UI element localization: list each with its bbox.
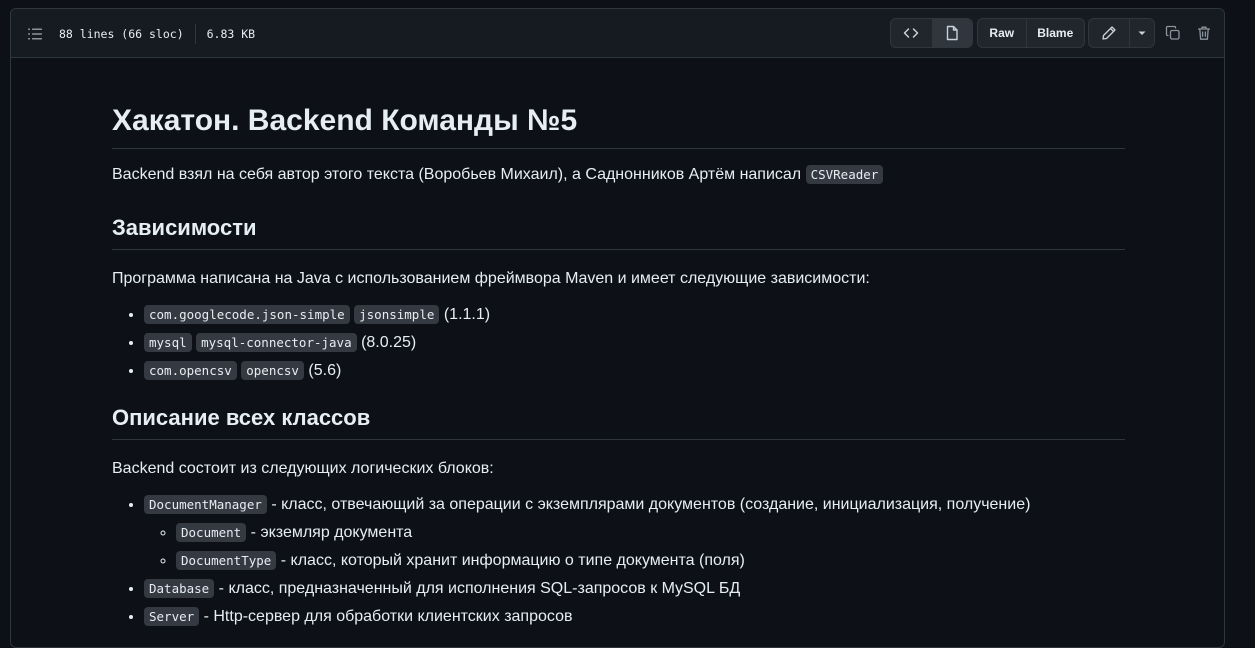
triangle-down-icon — [1138, 31, 1146, 35]
preview-button[interactable] — [931, 19, 972, 47]
class-name: DocumentManager — [144, 495, 267, 514]
class-item: DocumentType - класс, который хранит инф… — [176, 549, 1125, 573]
dependency-version: (1.1.1) — [443, 306, 491, 323]
blame-button[interactable]: Blame — [1025, 19, 1084, 47]
file-viewer: 88 lines (66 sloc) 6.83 KB Raw Blame Хак… — [10, 8, 1225, 648]
class-description: - Http-сервер для обработки клиентских з… — [199, 608, 573, 625]
file-info: 88 lines (66 sloc) 6.83 KB — [59, 24, 255, 44]
class-name: Database — [144, 579, 215, 598]
file-size: 6.83 KB — [206, 27, 256, 41]
file-header: 88 lines (66 sloc) 6.83 KB Raw Blame — [11, 9, 1224, 58]
dependency-group: com.opencsv — [144, 361, 237, 380]
intro-paragraph: Backend взял на себя автор этого текста … — [112, 163, 1125, 187]
class-item: Database - класс, предназначенный для ис… — [144, 577, 1125, 601]
dependency-item: com.opencsv opencsv (5.6) — [144, 359, 1125, 383]
readme-content: Хакатон. Backend Команды №5 Backend взял… — [112, 102, 1125, 629]
classes-paragraph: Backend состоит из следующих логических … — [112, 460, 494, 477]
dependencies-list: com.googlecode.json-simple jsonsimple (1… — [112, 303, 1125, 383]
dependency-version: (5.6) — [308, 362, 342, 379]
class-item: Server - Http-сервер для обработки клиен… — [144, 605, 1125, 629]
inline-code: CSVReader — [805, 165, 884, 184]
class-name: DocumentType — [176, 551, 277, 570]
view-toggle-group — [890, 18, 973, 48]
dependencies-paragraph: Программа написана на Java с использован… — [112, 270, 870, 287]
subclass-list: Document - экземляр документа DocumentTy… — [144, 521, 1125, 573]
dependency-group: mysql — [144, 333, 192, 352]
edit-button[interactable] — [1089, 19, 1129, 47]
raw-button[interactable]: Raw — [978, 19, 1026, 47]
copy-icon — [1165, 25, 1180, 40]
trash-icon — [1198, 26, 1210, 40]
classes-list: DocumentManager - класс, отвечающий за о… — [112, 493, 1125, 629]
intro-text: Backend взял на себя автор этого текста … — [112, 166, 806, 183]
pencil-icon — [1102, 26, 1116, 40]
dependency-item: com.googlecode.json-simple jsonsimple (1… — [144, 303, 1125, 327]
delete-button[interactable] — [1194, 23, 1214, 43]
page-title: Хакатон. Backend Команды №5 — [112, 102, 1125, 149]
outline-toggle-button[interactable] — [24, 23, 46, 45]
class-item: DocumentManager - класс, отвечающий за о… — [144, 493, 1125, 573]
dependency-version: (8.0.25) — [361, 334, 417, 351]
divider — [194, 24, 196, 44]
class-name: Document — [176, 523, 247, 542]
dependency-artifact: jsonsimple — [354, 305, 440, 324]
edit-dropdown-button[interactable] — [1129, 19, 1154, 47]
file-icon — [947, 25, 958, 41]
class-description: - класс, отвечающий за операции с экземп… — [266, 496, 1031, 513]
list-outline-icon — [28, 28, 42, 40]
class-description: - класс, предназначенный для исполнения … — [214, 580, 741, 597]
class-item: Document - экземляр документа — [176, 521, 1125, 545]
line-count: 88 lines (66 sloc) — [59, 27, 184, 41]
class-name: Server — [144, 607, 200, 626]
dependency-artifact: mysql-connector-java — [196, 333, 357, 352]
class-description: - класс, который хранит информацию о тип… — [276, 552, 745, 569]
class-description: - экземляр документа — [246, 524, 413, 541]
copy-button[interactable] — [1163, 23, 1183, 43]
code-icon — [904, 28, 919, 38]
edit-group — [1088, 18, 1155, 48]
dependency-artifact: opencsv — [241, 361, 304, 380]
dependency-item: mysql mysql-connector-java (8.0.25) — [144, 331, 1125, 355]
dependency-group: com.googlecode.json-simple — [144, 305, 350, 324]
dependencies-heading: Зависимости — [112, 213, 1125, 250]
code-view-button[interactable] — [891, 19, 932, 47]
raw-blame-group: Raw Blame — [977, 18, 1085, 48]
classes-heading: Описание всех классов — [112, 403, 1125, 440]
